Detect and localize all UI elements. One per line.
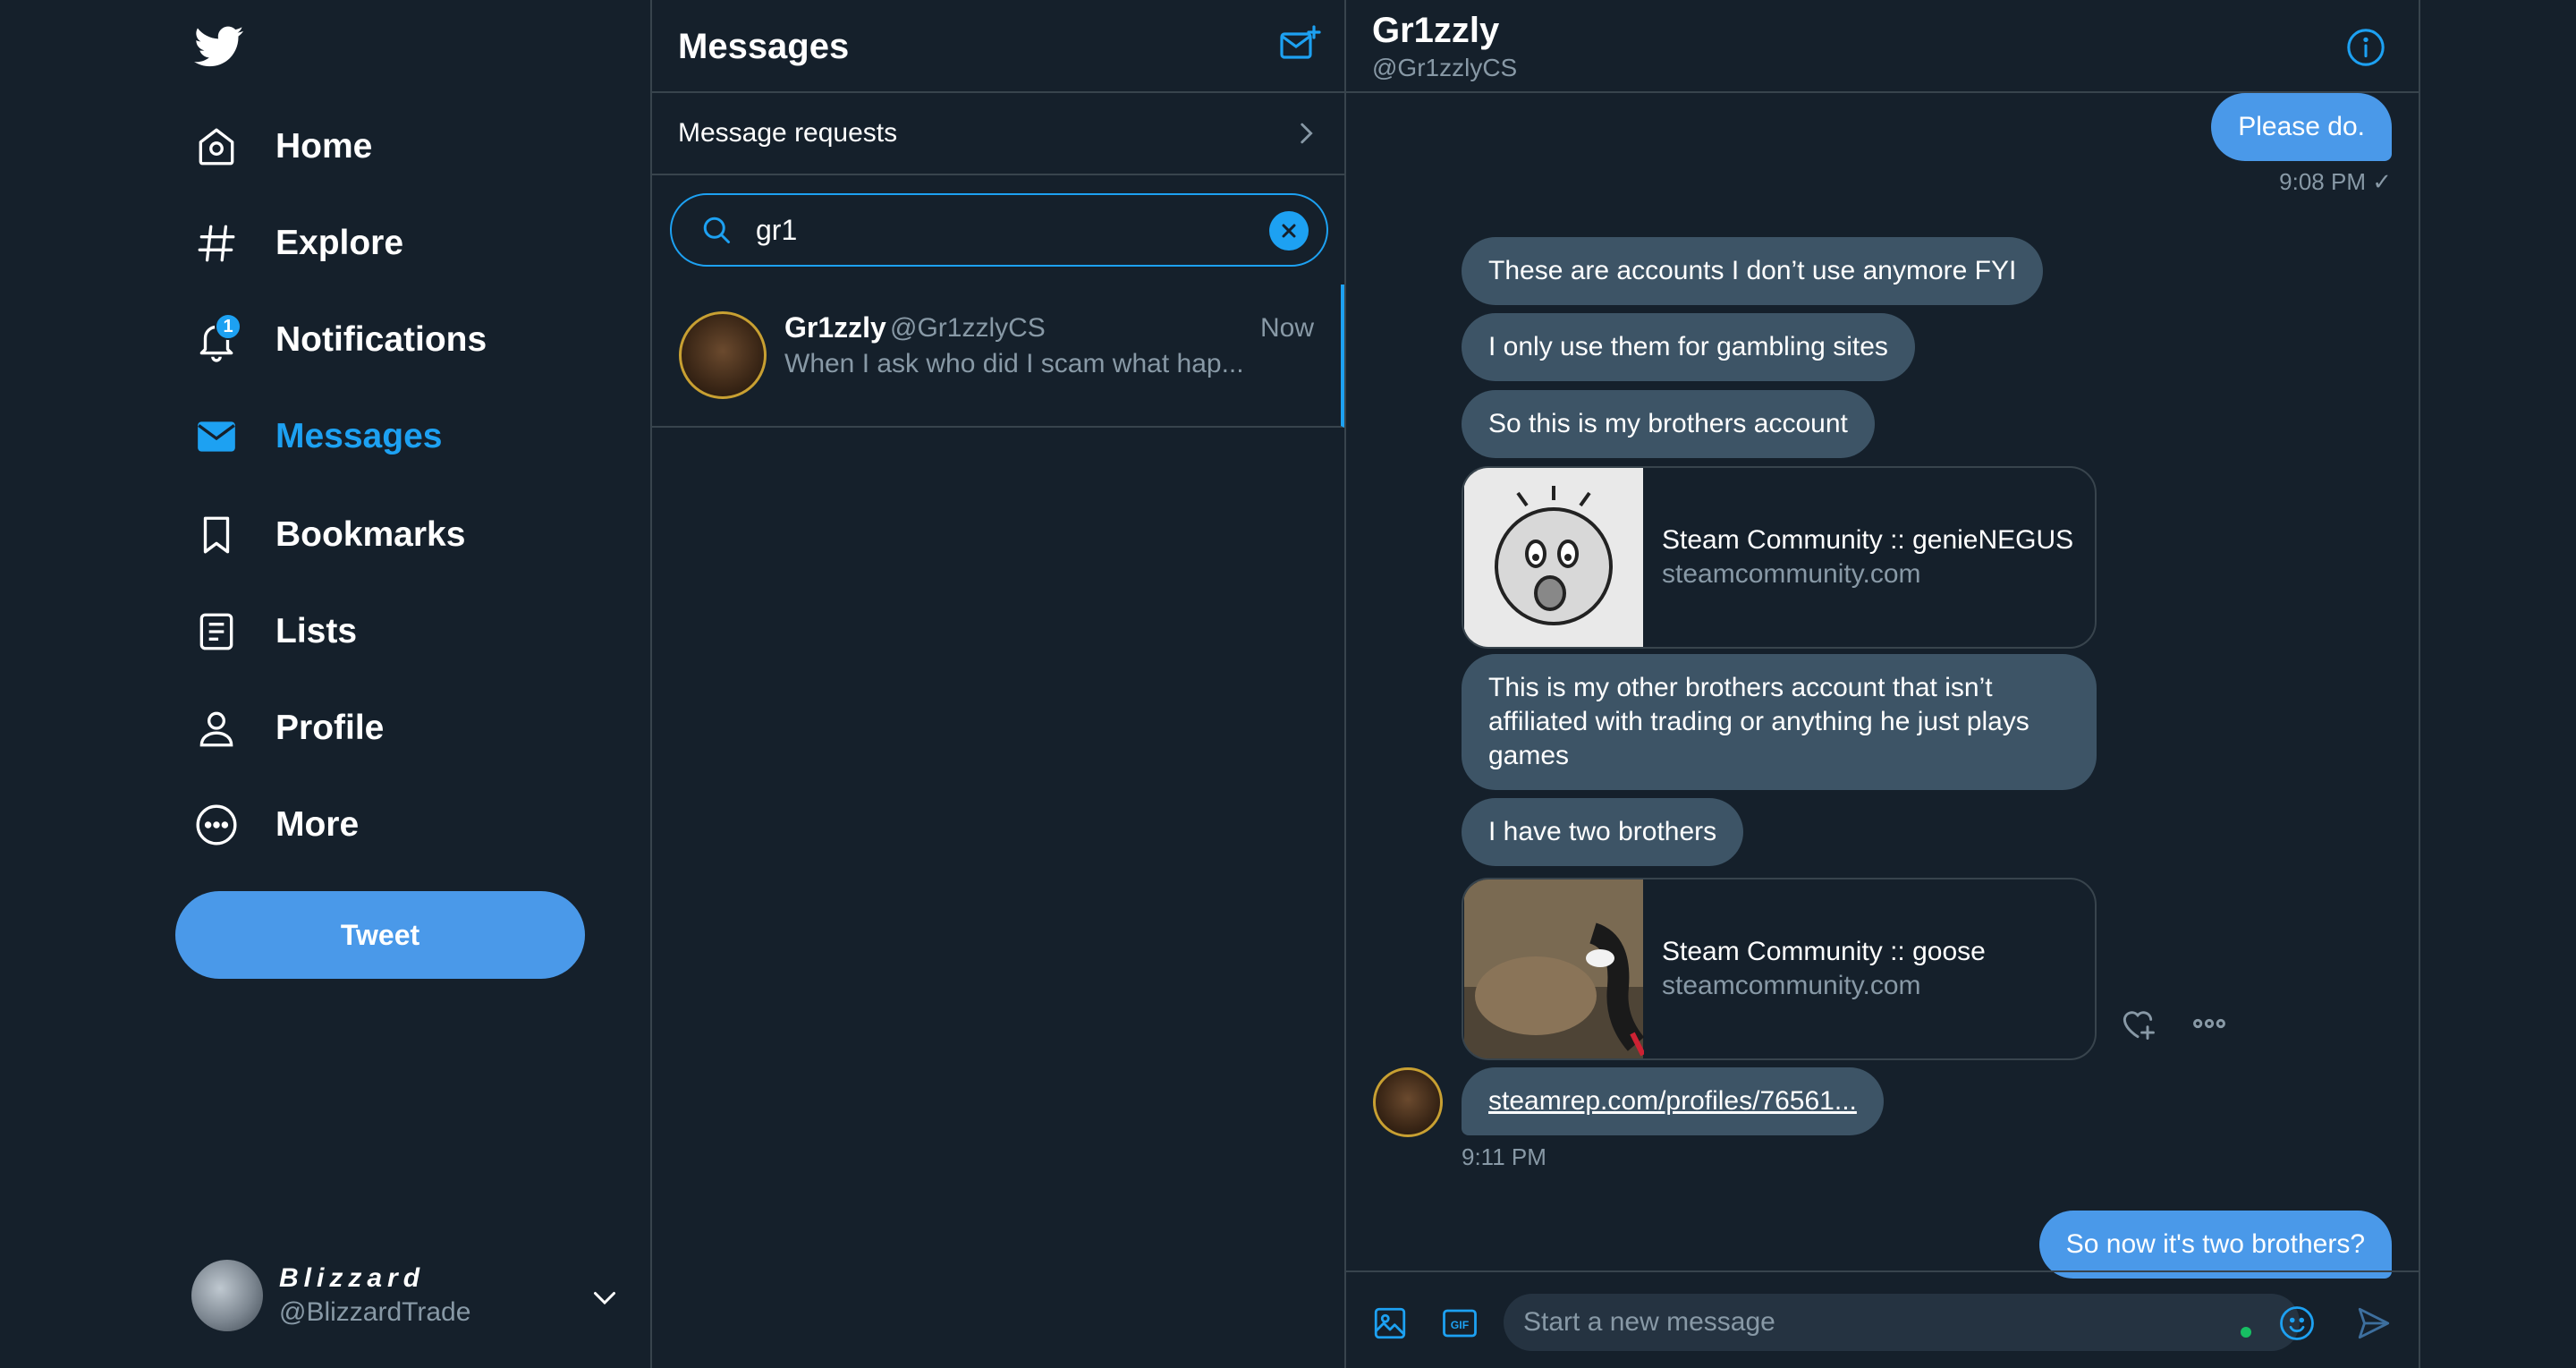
heart-add-icon[interactable] [2118,1004,2157,1043]
conversation-subtitle: @Gr1zzlyCS [1372,54,1518,81]
incoming-message[interactable]: These are accounts I don’t use anymore F… [1462,237,2044,305]
search-icon [703,217,730,243]
svg-text:GIF: GIF [1451,1319,1470,1331]
sender-avatar[interactable] [1373,1067,1443,1137]
outgoing-message[interactable]: So now it's two brothers? [2038,1211,2392,1279]
notification-badge: 1 [215,313,242,340]
nav-lists-label: Lists [275,612,358,650]
nav-explore[interactable]: Explore [191,208,403,279]
link-preview-title: Steam Community :: genieNEGUS [1662,525,2074,555]
nav-notifications[interactable]: 1 Notifications [191,304,487,376]
chevron-down-icon [594,1292,615,1305]
link-preview-title: Steam Community :: goose [1662,937,1986,966]
search-input[interactable] [756,213,1221,247]
hashtag-icon [191,218,242,268]
new-message-icon[interactable] [1278,23,1321,66]
outgoing-message[interactable]: Please do. [2211,93,2392,161]
nav-messages-label: Messages [275,417,443,455]
message-composer: GIF Start a new message [1346,1270,2419,1368]
incoming-message[interactable]: I only use them for gambling sites [1462,313,1915,381]
clear-search-button[interactable] [1269,211,1309,251]
incoming-message-link[interactable]: steamrep.com/profiles/76561... [1462,1067,1884,1135]
conversation-header: Gr1zzly @Gr1zzlyCS [1346,0,2419,93]
gif-icon[interactable]: GIF [1441,1304,1479,1342]
nav-explore-label: Explore [275,224,404,262]
message-timestamp: 9:11 PM [1462,1143,1546,1170]
person-icon [191,703,242,753]
message-requests-label: Message requests [678,118,898,148]
messages-list-header: Messages [652,0,1344,93]
conversation-avatar [679,311,767,399]
twitter-logo-icon[interactable] [191,21,247,72]
link-preview-thumbnail [1464,879,1644,1058]
conversation-time: Now [1259,313,1314,343]
account-name: Blizzard [279,1263,426,1293]
status-dot-icon [2241,1327,2251,1338]
nav-more[interactable]: More [191,789,359,861]
nav-home-label: Home [275,127,373,166]
search-box [670,193,1328,267]
link-preview-domain: steamcommunity.com [1662,559,1921,589]
conversation-panel: Gr1zzly @Gr1zzlyCS Please do. 9:08 PM ✓ … [1346,0,2420,1368]
bell-icon: 1 [191,313,242,365]
incoming-message[interactable]: I have two brothers [1462,798,1744,866]
nav-messages[interactable]: Messages [191,401,442,472]
conversation-handle: @Gr1zzlyCS [890,313,1046,343]
send-icon[interactable] [2355,1304,2393,1342]
conversation-item[interactable]: Gr1zzly @Gr1zzlyCS Now When I ask who di… [652,285,1344,428]
conversation-snippet: When I ask who did I scam what hap... [784,349,1244,378]
emoji-icon[interactable] [2278,1304,2316,1342]
close-icon [1282,224,1296,238]
envelope-icon [191,412,242,462]
nav-more-label: More [275,805,360,844]
nav-bookmarks-label: Bookmarks [275,515,466,554]
messages-list-panel: Messages Message requests Gr1zzly @Gr1zz… [650,0,1346,1368]
account-avatar [191,1260,263,1331]
primary-sidebar: Home Explore 1 Notifications Messages Bo… [0,0,651,1368]
media-icon[interactable] [1371,1304,1409,1342]
incoming-message[interactable]: So this is my brothers account [1462,390,1875,458]
account-handle: @BlizzardTrade [279,1297,471,1327]
home-icon [191,122,242,172]
nav-lists[interactable]: Lists [191,596,357,667]
bookmark-icon [191,510,242,560]
more-circle-icon [191,800,242,850]
message-timestamp: 9:08 PM ✓ [2279,168,2392,195]
link-preview-thumbnail [1464,468,1643,647]
message-input[interactable]: Start a new message [1504,1294,2300,1351]
message-link[interactable]: steamrep.com/profiles/76561... [1488,1086,1857,1116]
more-options-icon[interactable] [2190,1004,2229,1043]
message-input-placeholder: Start a new message [1523,1307,1775,1337]
nav-profile-label: Profile [275,709,385,747]
list-icon [191,607,242,657]
conversation-name: Gr1zzly [784,311,886,344]
nav-profile[interactable]: Profile [191,692,384,764]
nav-home[interactable]: Home [191,111,372,183]
link-preview-card[interactable]: Steam Community :: goose steamcommunity.… [1462,878,2097,1060]
nav-notifications-label: Notifications [275,320,487,359]
chevron-right-icon [1301,123,1313,144]
info-icon[interactable] [2345,27,2386,68]
messages-title: Messages [678,27,850,66]
link-preview-domain: steamcommunity.com [1662,971,1921,1000]
conversation-title: Gr1zzly [1372,11,1500,50]
account-switcher[interactable]: Blizzard @BlizzardTrade [191,1260,621,1331]
nav-bookmarks[interactable]: Bookmarks [191,499,465,571]
tweet-button[interactable]: Tweet [175,891,585,979]
link-preview-card[interactable]: Steam Community :: genieNEGUS steamcommu… [1462,466,2097,649]
incoming-message[interactable]: This is my other brothers account that i… [1462,654,2097,790]
message-requests-row[interactable]: Message requests [652,93,1344,175]
